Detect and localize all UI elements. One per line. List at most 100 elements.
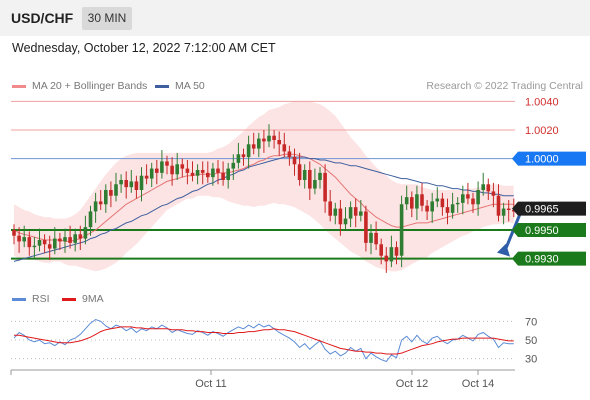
candle-body [175, 164, 179, 175]
candle-body [206, 172, 210, 178]
candle-body [129, 181, 134, 188]
candle-body [410, 197, 414, 209]
candle-body [440, 198, 445, 208]
candle-body [435, 198, 440, 202]
candle-body [389, 247, 394, 262]
candle-body [282, 144, 287, 152]
candle-body [165, 161, 169, 166]
candle-body [466, 194, 470, 199]
candle-body [420, 194, 424, 206]
candle-body [430, 201, 434, 212]
candle-body [313, 180, 317, 189]
candle-body [68, 237, 72, 243]
candle-body [246, 144, 251, 158]
candle-body [139, 175, 144, 190]
candle-body [124, 180, 128, 188]
candle-body [328, 201, 332, 216]
level-label-0.9950: 0.9950 [525, 225, 559, 237]
candle-body [155, 168, 159, 173]
price-chart[interactable]: 1.0040 1.0020 1.0000 0.9950 0.9930 0.9965 70 50… [0, 0, 590, 400]
candle-body [37, 240, 42, 246]
candle-body [476, 190, 480, 205]
candle-body [185, 168, 190, 173]
candle-body [195, 170, 200, 176]
candle-body [369, 232, 373, 243]
candle-body [415, 194, 419, 209]
candle-body [455, 202, 460, 205]
candle-body [93, 201, 98, 212]
candle-body [221, 172, 225, 180]
candle-body [445, 207, 450, 213]
candle-body [277, 140, 281, 145]
candle-body [144, 175, 149, 179]
candle-body [22, 237, 26, 242]
candle-body [17, 235, 21, 242]
candle-body [134, 181, 139, 190]
bollinger-bands [14, 101, 514, 272]
candle-body [450, 204, 455, 213]
candle-body [114, 184, 118, 196]
candle-body [348, 207, 353, 219]
candle-body [12, 230, 16, 236]
candle-body [262, 138, 266, 142]
level-label-1.0040: 1.0040 [525, 96, 559, 108]
x-tick-label: Oct 12 [396, 378, 428, 390]
candle-body [216, 168, 220, 173]
candle-body [88, 211, 93, 228]
candle-body [53, 238, 57, 249]
candle-body [27, 237, 32, 248]
rsi-tick-30: 30 [525, 354, 537, 366]
candle-body [323, 172, 327, 202]
level-label-1.0000: 1.0000 [525, 154, 559, 166]
candle-body [47, 244, 52, 249]
candle-body [149, 168, 154, 179]
candle-body [180, 164, 185, 169]
level-label-1.0020: 1.0020 [525, 125, 559, 137]
candle-body [353, 207, 358, 216]
candle-body [98, 201, 103, 205]
candle-body [63, 237, 67, 242]
candle-body [404, 197, 409, 205]
candle-body [231, 162, 236, 169]
candle-body [384, 255, 389, 262]
candle-body [374, 232, 378, 245]
candle-body [267, 135, 271, 142]
candle-body [241, 154, 246, 158]
candle-body [200, 170, 205, 173]
candle-body [338, 208, 343, 225]
last-price-label: 0.9965 [525, 204, 559, 216]
candle-body [471, 198, 475, 205]
candle-body [297, 164, 302, 180]
candle-body [104, 190, 108, 205]
candle-body [190, 172, 195, 176]
candle-body [170, 165, 174, 175]
candle-body [394, 247, 399, 256]
candle-body [359, 211, 363, 216]
candle-body [364, 211, 368, 243]
candle-body [251, 144, 256, 149]
candle-body [461, 194, 465, 203]
rsi-tick-50: 50 [525, 335, 537, 347]
candle-body [486, 184, 491, 192]
candle-body [379, 244, 383, 256]
candle-body [318, 172, 322, 180]
candle-body [506, 208, 511, 210]
candle-body [73, 234, 77, 243]
level-label-0.9930: 0.9930 [525, 254, 559, 266]
candle-body [302, 170, 307, 180]
candle-body [333, 208, 338, 216]
candle-body [496, 195, 501, 216]
candle-body [308, 170, 312, 189]
candle-body [32, 245, 37, 248]
candle-body [491, 191, 496, 196]
candle-body [42, 240, 47, 245]
candle-body [211, 168, 215, 178]
candle-body [83, 227, 88, 239]
candle-body [399, 204, 404, 256]
x-tick-label: Oct 14 [462, 378, 494, 390]
candle-body [109, 190, 113, 196]
candle-body [58, 238, 62, 242]
x-tick-label: Oct 11 [195, 378, 227, 390]
candle-body [78, 234, 83, 239]
candle-body [160, 161, 164, 173]
